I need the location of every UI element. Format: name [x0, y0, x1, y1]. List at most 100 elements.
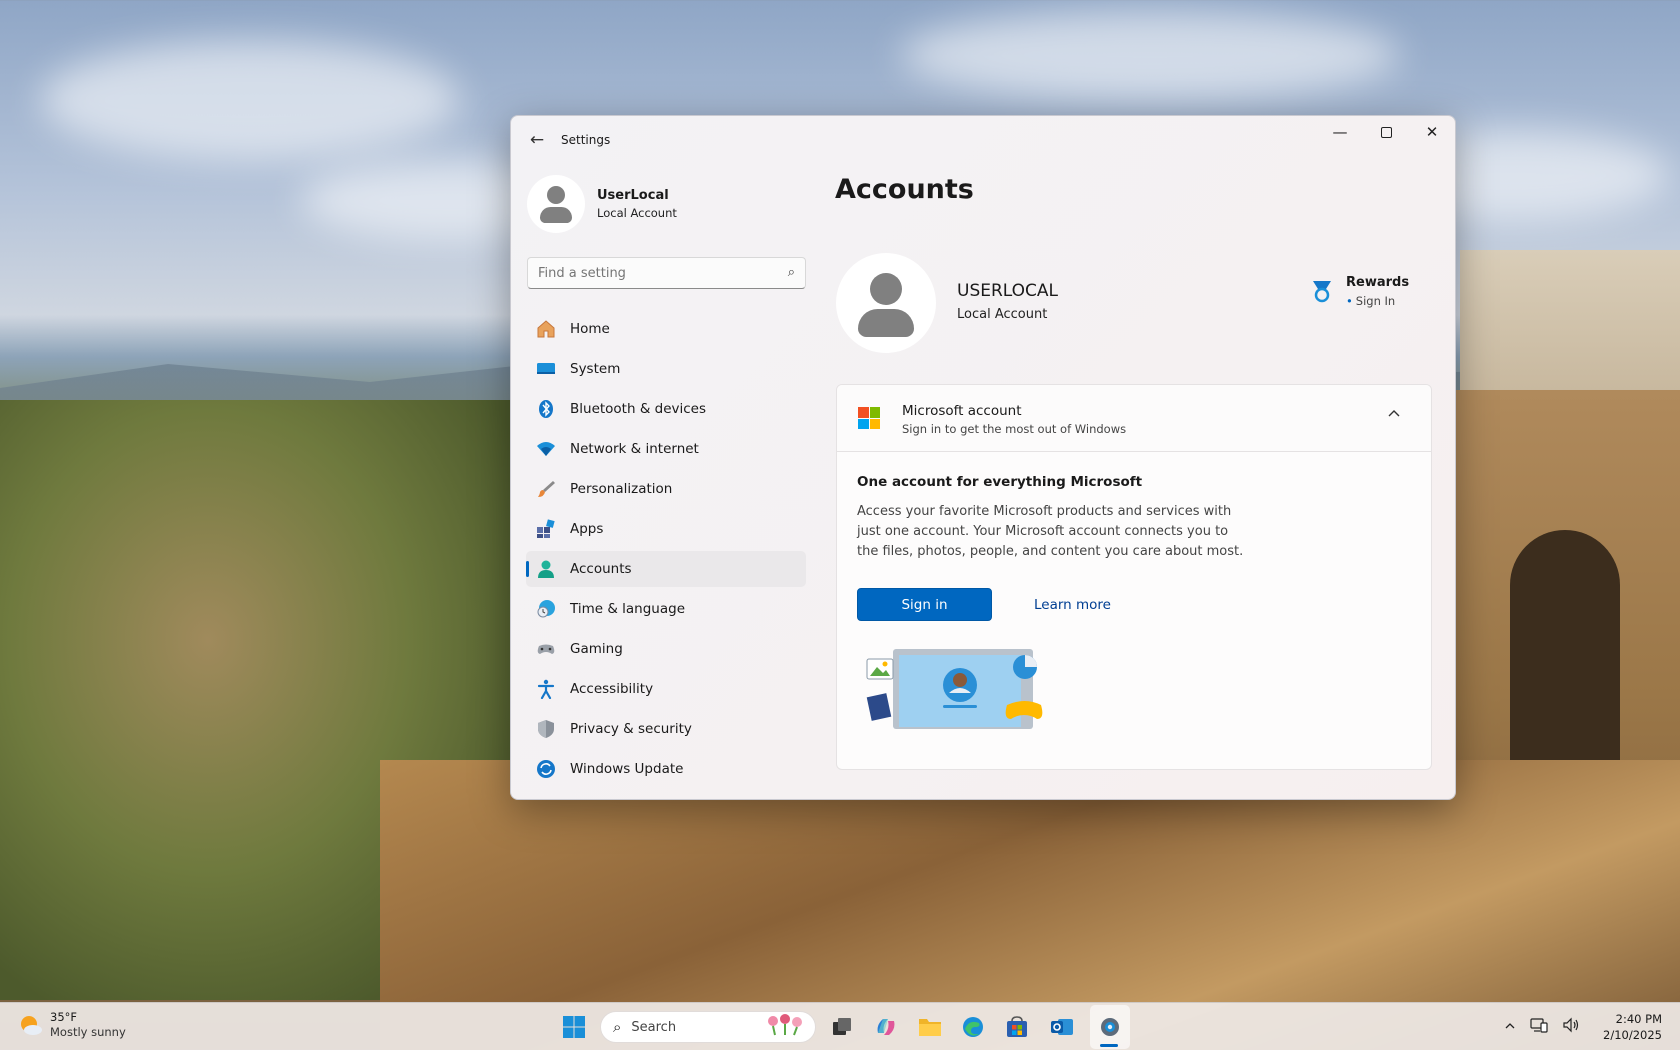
flowers-highlight-icon: [763, 1013, 807, 1041]
sidebar-item-label: Accounts: [570, 561, 632, 577]
card-title: Microsoft account: [902, 403, 1022, 419]
maximize-button[interactable]: [1363, 116, 1409, 148]
edge-button[interactable]: [957, 1011, 989, 1043]
bluetooth-icon: [536, 399, 556, 419]
microsoft-logo-icon: [858, 407, 880, 429]
rewards-button[interactable]: Rewards • Sign In: [1310, 275, 1409, 308]
wifi-icon: [536, 439, 556, 459]
shield-icon: [536, 719, 556, 739]
search-icon: ⌕: [613, 1018, 622, 1036]
account-avatar[interactable]: [836, 253, 936, 353]
taskbar-search-label: Search: [631, 1019, 677, 1035]
file-explorer-button[interactable]: [914, 1011, 946, 1043]
close-button[interactable]: ✕: [1409, 116, 1455, 148]
microsoft-account-illustration: [865, 647, 1045, 731]
sidebar-item-personalization[interactable]: Personalization: [526, 471, 806, 507]
status-dot-icon: •: [1346, 294, 1353, 308]
accessibility-icon: [536, 679, 556, 699]
avatar: [527, 175, 585, 233]
sidebar-item-home[interactable]: Home: [526, 311, 806, 347]
search-icon[interactable]: ⌕: [788, 265, 795, 280]
brush-icon: [536, 479, 556, 499]
close-icon: ✕: [1425, 123, 1439, 141]
sidebar-item-label: Personalization: [570, 481, 673, 497]
back-button[interactable]: ←: [523, 126, 551, 154]
weather-temperature: 35°F: [50, 1010, 77, 1024]
active-app-indicator: [1100, 1044, 1118, 1047]
clock-globe-icon: [536, 599, 556, 619]
weather-description: Mostly sunny: [50, 1025, 126, 1039]
clock-date: 2/10/2025: [1603, 1028, 1662, 1042]
outlook-button[interactable]: [1046, 1011, 1078, 1043]
sidebar-item-gaming[interactable]: Gaming: [526, 631, 806, 667]
sidebar-item-accounts[interactable]: Accounts: [526, 551, 806, 587]
sidebar-item-label: Privacy & security: [570, 721, 692, 737]
app-title: Settings: [561, 133, 611, 147]
page-title: Accounts: [835, 174, 974, 205]
clock-time: 2:40 PM: [1615, 1012, 1662, 1026]
settings-taskbar-button[interactable]: [1094, 1011, 1126, 1043]
weather-widget[interactable]: 35°F Mostly sunny: [18, 1010, 126, 1039]
microsoft-store-button[interactable]: [1001, 1011, 1033, 1043]
account-name: USERLOCAL: [957, 281, 1059, 301]
microsoft-account-expander[interactable]: Microsoft account Sign in to get the mos…: [837, 385, 1431, 452]
copilot-icon: [877, 1019, 895, 1035]
card-subtitle: Sign in to get the most out of Windows: [902, 422, 1127, 436]
chevron-up-icon[interactable]: [1387, 407, 1401, 423]
sun-cloud-icon: [18, 1012, 44, 1038]
system-icon: [536, 359, 556, 379]
volume-icon[interactable]: [1562, 1017, 1580, 1037]
update-icon: [536, 759, 556, 779]
sidebar-item-accessibility[interactable]: Accessibility: [526, 671, 806, 707]
task-view-button[interactable]: [826, 1011, 858, 1043]
rewards-status: Sign In: [1355, 294, 1396, 308]
taskbar-clock[interactable]: 2:40 PM 2/10/2025: [1603, 1011, 1662, 1043]
settings-search: ⌕: [527, 257, 806, 289]
windows-logo-icon: [563, 1016, 585, 1038]
sidebar-item-label: Bluetooth & devices: [570, 401, 707, 417]
user-profile[interactable]: UserLocal Local Account: [527, 174, 677, 234]
search-input[interactable]: [528, 258, 758, 288]
gear-icon: [1101, 1018, 1119, 1036]
outlook-icon: [1051, 1019, 1073, 1035]
account-type: Local Account: [957, 307, 1048, 322]
network-icon[interactable]: [1530, 1017, 1548, 1037]
sidebar-item-system[interactable]: System: [526, 351, 806, 387]
sidebar-item-time-language[interactable]: Time & language: [526, 591, 806, 627]
sidebar-item-apps[interactable]: Apps: [526, 511, 806, 547]
rewards-medal-icon: [1310, 279, 1334, 303]
learn-more-link[interactable]: Learn more: [1034, 597, 1111, 613]
sidebar-item-windows-update[interactable]: Windows Update: [526, 751, 806, 787]
title-bar: ← Settings — ✕: [511, 116, 1455, 164]
taskbar-search[interactable]: ⌕ Search: [600, 1011, 816, 1043]
home-icon: [536, 319, 556, 339]
maximize-icon: [1380, 126, 1392, 138]
folder-icon: [919, 1019, 941, 1036]
sidebar-nav: Home System Bluetooth & devices Network …: [526, 311, 806, 791]
minimize-button[interactable]: —: [1317, 116, 1363, 148]
start-button[interactable]: [558, 1011, 590, 1043]
taskbar: 35°F Mostly sunny ⌕ Search 2:40 PM 2/10/…: [0, 1002, 1680, 1050]
profile-name: UserLocal: [597, 188, 669, 203]
microsoft-account-card: Microsoft account Sign in to get the mos…: [836, 384, 1432, 770]
rewards-title: Rewards: [1346, 275, 1410, 290]
sidebar-item-label: Apps: [570, 521, 604, 537]
card-body-text: Access your favorite Microsoft products …: [857, 504, 1244, 559]
store-icon: [1007, 1016, 1027, 1037]
chevron-up-icon[interactable]: [1504, 1019, 1516, 1035]
sidebar-item-bluetooth[interactable]: Bluetooth & devices: [526, 391, 806, 427]
sign-in-button[interactable]: Sign in: [857, 588, 992, 621]
apps-icon: [536, 519, 556, 539]
sidebar-item-label: Home: [570, 321, 610, 337]
sidebar-item-label: Windows Update: [570, 761, 684, 777]
sidebar-item-privacy[interactable]: Privacy & security: [526, 711, 806, 747]
profile-account-type: Local Account: [597, 206, 677, 220]
sidebar-item-label: Network & internet: [570, 441, 699, 457]
sidebar-item-network[interactable]: Network & internet: [526, 431, 806, 467]
account-header: USERLOCAL Local Account Rewards • Sign In: [836, 253, 1436, 353]
minimize-icon: —: [1332, 123, 1348, 141]
settings-window: ← Settings — ✕ UserLocal Local Account ⌕: [510, 115, 1456, 800]
back-arrow-icon: ←: [529, 130, 545, 150]
edge-icon: [963, 1017, 983, 1037]
copilot-button[interactable]: [870, 1011, 902, 1043]
